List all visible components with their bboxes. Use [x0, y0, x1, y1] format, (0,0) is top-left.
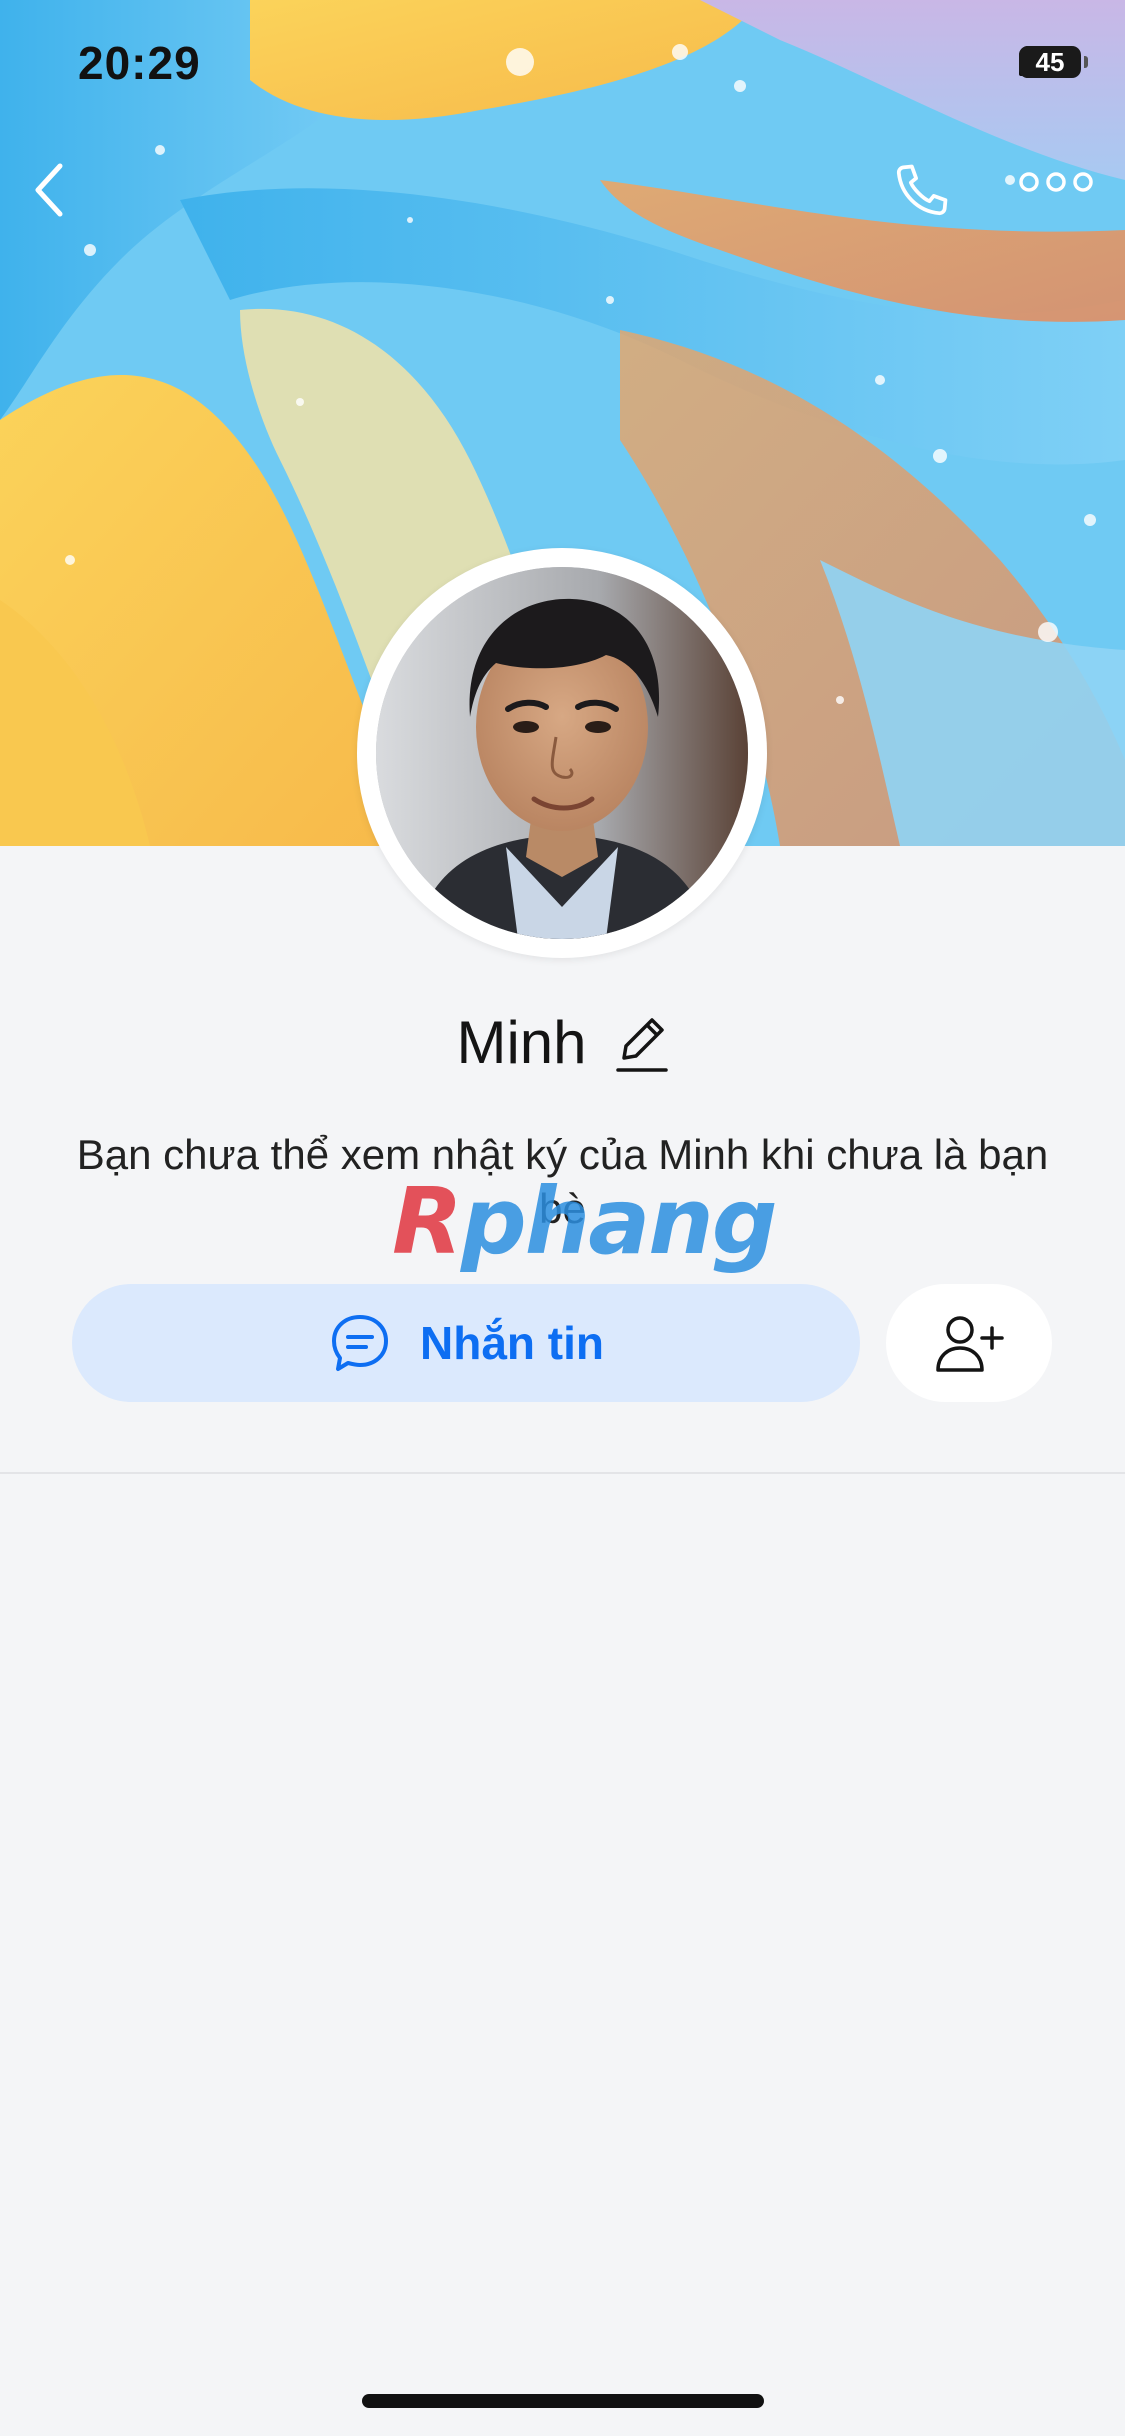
add-friend-button[interactable] [886, 1284, 1052, 1402]
message-button-label: Nhắn tin [420, 1317, 604, 1369]
battery-level: 45 [1035, 46, 1065, 77]
avatar-photo [376, 567, 748, 939]
edit-name-button[interactable] [613, 1011, 669, 1075]
profile-name-row: Minh [0, 1008, 1125, 1077]
chat-bubble-icon [332, 1315, 388, 1371]
call-button[interactable] [890, 158, 970, 238]
watermark-part-blue: phang [460, 1168, 778, 1275]
profile-screen: 20:29 45 Minh Bạn chưa thể xem nhật ký c… [0, 0, 1125, 2436]
message-button[interactable]: Nhắn tin [72, 1284, 860, 1402]
profile-name: Minh [456, 1009, 587, 1076]
phone-icon [896, 164, 948, 216]
back-icon [35, 163, 63, 217]
add-friend-icon [936, 1316, 1004, 1372]
avatar[interactable] [357, 548, 767, 958]
status-icons: 45 [1019, 46, 1088, 78]
battery-icon: 45 [1019, 46, 1088, 78]
more-button[interactable] [1018, 170, 1104, 226]
back-button[interactable] [30, 160, 90, 236]
home-indicator[interactable] [362, 2394, 764, 2408]
avatar-portrait [376, 567, 748, 939]
more-icon [1019, 172, 1093, 192]
section-divider [0, 1472, 1125, 1474]
status-time: 20:29 [78, 37, 201, 89]
watermark-part-red: R [392, 1168, 463, 1275]
watermark-logo: Rphang [392, 1168, 778, 1275]
pencil-icon [615, 1017, 668, 1072]
